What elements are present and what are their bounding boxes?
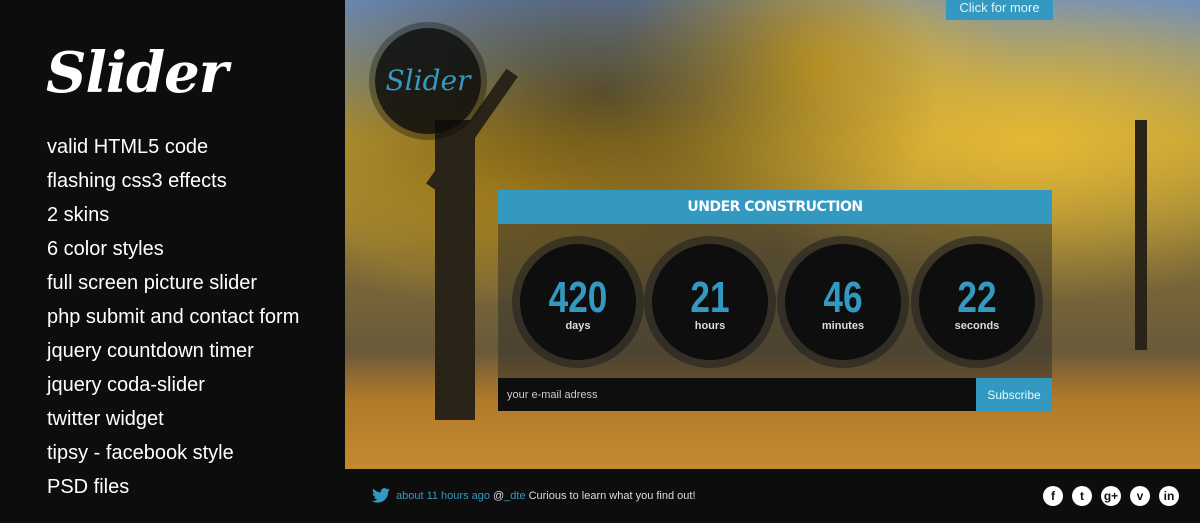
seconds-value: 22 [957,273,997,322]
tweet-message: Curious to learn what you find out! [528,489,696,502]
click-for-more-button[interactable]: Click for more [946,0,1053,20]
countdown-hours: 21 hours [652,244,768,360]
twitter-bird-icon [372,488,390,503]
subscribe-button[interactable]: Subscribe [976,378,1052,411]
linkedin-icon[interactable]: in [1159,486,1179,506]
sidebar: Slider valid HTML5 code flashing css3 ef… [0,0,345,523]
twitter-widget: about 11 hours ago @ _dte Curious to lea… [372,488,696,503]
countdown-timer: 420 days 21 hours 46 minutes 22 seconds [498,224,1052,378]
countdown-seconds: 22 seconds [919,244,1035,360]
badge-logo: Slider [375,28,481,134]
countdown-title: UNDER CONSTRUCTION [498,190,1052,224]
countdown-panel: UNDER CONSTRUCTION 420 days 21 hours 46 min… [498,190,1052,411]
feature-list: valid HTML5 code flashing css3 effects 2… [47,130,299,504]
twitter-icon[interactable]: t [1072,486,1092,506]
feature-item: PSD files [47,476,130,498]
vimeo-icon[interactable]: v [1130,486,1150,506]
hero-slider[interactable]: Click for more Slider UNDER CONSTRUCTION… [345,0,1200,469]
feature-item: tipsy - facebook style [47,442,234,464]
facebook-icon[interactable]: f [1043,486,1063,506]
countdown-minutes: 46 minutes [785,244,901,360]
subscribe-form: Subscribe [498,378,1052,411]
feature-item: full screen picture slider [47,272,258,294]
feature-item: twitter widget [47,408,164,430]
at-sign: @ [492,489,505,502]
feature-item: valid HTML5 code [47,136,209,158]
tree-trunk [1135,120,1147,350]
feature-item: 6 color styles [47,238,164,260]
google-plus-icon[interactable]: g+ [1101,486,1121,506]
hours-value: 21 [690,273,730,322]
twitter-handle-link[interactable]: _dte [504,490,525,502]
feature-item: 2 skins [47,204,110,226]
feature-item: php submit and contact form [47,306,300,328]
badge-logo-text: Slider [385,64,471,97]
minutes-value: 46 [823,273,863,322]
feature-item: jquery coda-slider [47,374,205,396]
logo: Slider [46,40,228,106]
social-links: f t g+ v in [1043,486,1179,506]
feature-item: flashing css3 effects [47,170,227,192]
countdown-days: 420 days [520,244,636,360]
days-value: 420 [548,273,608,322]
email-input[interactable] [498,378,976,411]
feature-item: jquery countdown timer [47,340,254,362]
tweet-time-link[interactable]: about 11 hours ago [396,490,490,502]
